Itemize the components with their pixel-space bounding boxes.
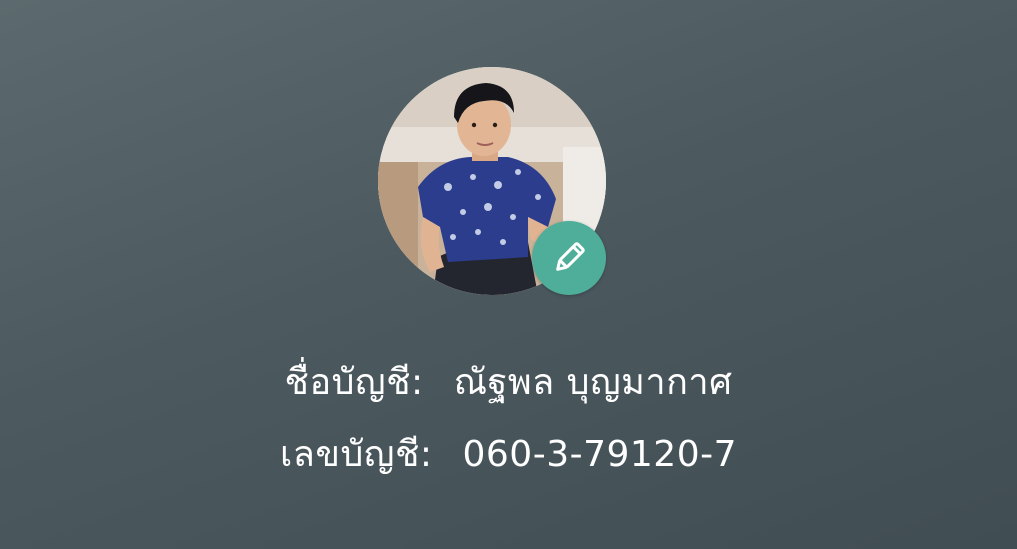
account-name-label: ชื่อบัญชี:: [284, 362, 424, 403]
edit-avatar-button[interactable]: [532, 221, 606, 295]
account-name-row: ชื่อบัญชี: ณัฐพล บุญมากาศ: [0, 360, 1017, 406]
account-profile: ชื่อบัญชี: ณัฐพล บุญมากาศ เลขบัญชี: 060-…: [0, 0, 1017, 549]
pencil-icon: [556, 242, 585, 271]
account-number-row: เลขบัญชี: 060-3-79120-7: [0, 432, 1017, 478]
account-number-label: เลขบัญชี:: [279, 434, 433, 475]
avatar-container: [378, 67, 606, 295]
account-number-value: 060-3-79120-7: [462, 434, 738, 475]
account-name-value: ณัฐพล บุญมากาศ: [453, 362, 733, 403]
